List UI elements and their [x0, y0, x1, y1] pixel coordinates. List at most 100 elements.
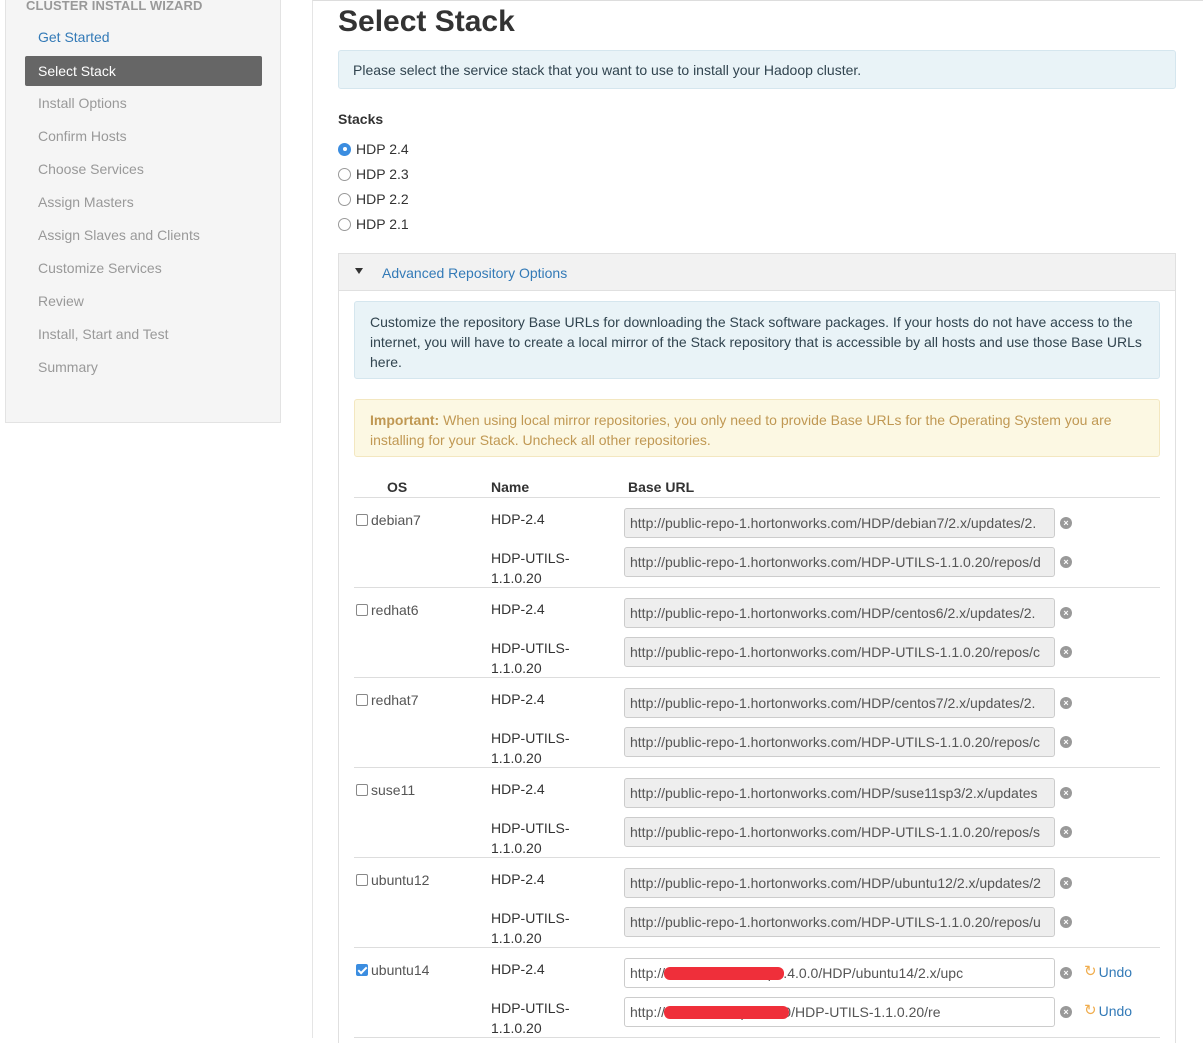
- sidebar-step-install-start-and-test: Install, Start and Test: [38, 326, 169, 342]
- stack-option-label: HDP 2.2: [356, 191, 409, 207]
- stack-radio[interactable]: [338, 217, 351, 231]
- clear-url-icon[interactable]: ×: [1060, 697, 1072, 709]
- os-checkbox[interactable]: [356, 874, 368, 886]
- os-cell[interactable]: suse11: [356, 782, 415, 798]
- stack-radio[interactable]: [338, 142, 351, 156]
- stack-option-label: HDP 2.3: [356, 166, 409, 182]
- sidebar-title: CLUSTER INSTALL WIZARD: [26, 0, 203, 13]
- undo-label: Undo: [1098, 1003, 1133, 1019]
- undo-icon[interactable]: ↻: [1084, 1003, 1097, 1018]
- redaction-mark: [664, 967, 784, 980]
- column-header-name: Name: [491, 479, 530, 495]
- os-label: suse11: [371, 782, 416, 798]
- table-header: OS Name Base URL: [354, 478, 1160, 498]
- undo-icon[interactable]: ↻: [1084, 964, 1097, 979]
- sidebar-step-review: Review: [38, 293, 84, 309]
- repo-name: HDP-2.4: [491, 961, 545, 977]
- repo-name: HDP-2.4: [491, 601, 545, 617]
- wizard-sidebar: CLUSTER INSTALL WIZARD Get Started Select…: [5, 0, 281, 423]
- base-url-input[interactable]: http://public-repo-1.hortonworks.com/HDP…: [624, 817, 1055, 847]
- base-url-input[interactable]: http://public-repo-1.hortonworks.com/HDP…: [624, 547, 1055, 577]
- clear-url-icon[interactable]: ×: [1060, 826, 1072, 838]
- clear-url-icon[interactable]: ×: [1060, 607, 1072, 619]
- repo-name: HDP-UTILS-1.1.0.20: [491, 1000, 570, 1036]
- os-cell[interactable]: redhat7: [356, 692, 418, 708]
- os-row-redhat6: redhat6 HDP-2.4 http://public-repo-1.horto…: [354, 588, 1160, 678]
- stack-radio[interactable]: [338, 192, 351, 206]
- clear-url-icon[interactable]: ×: [1060, 556, 1072, 568]
- undo-button[interactable]: ↻ Undo: [1084, 964, 1132, 980]
- stacks-label: Stacks: [338, 111, 384, 127]
- base-url-input[interactable]: http://public-repo-1.hortonworks.com/HDP…: [624, 688, 1055, 718]
- base-url-input[interactable]: http://public-repo-1.hortonworks.com/HDP…: [624, 508, 1055, 538]
- base-url-input[interactable]: http://public-repo-1.hortonworks.com/HDP…: [624, 727, 1055, 757]
- os-cell[interactable]: ubuntu14: [356, 962, 429, 978]
- advanced-repository-panel: Advanced Repository Options Customize th…: [338, 253, 1176, 1043]
- os-row-redhat7: redhat7 HDP-2.4 http://public-repo-1.horto…: [354, 678, 1160, 768]
- advanced-repository-toggle[interactable]: Advanced Repository Options: [382, 265, 567, 281]
- base-url-input[interactable]: http://public-repo-1.hortonworks.com/HDP…: [624, 907, 1055, 937]
- clear-url-icon[interactable]: ×: [1060, 916, 1072, 928]
- stack-option-label: HDP 2.1: [356, 216, 409, 232]
- os-row-suse11: suse11 HDP-2.4 http://public-repo-1.horton…: [354, 768, 1160, 858]
- clear-url-icon[interactable]: ×: [1060, 517, 1072, 529]
- repository-table: OS Name Base URL debian7 HDP-2.4 http://pu…: [354, 478, 1160, 1038]
- base-url-input[interactable]: http://public-repo-1.hortonworks.com/HDP…: [624, 598, 1055, 628]
- repo-name: HDP-2.4: [491, 871, 545, 887]
- os-checkbox[interactable]: [356, 514, 368, 526]
- os-label: debian7: [371, 512, 421, 528]
- repo-name: HDP-UTILS-1.1.0.20: [491, 640, 570, 676]
- repo-name: HDP-UTILS-1.1.0.20: [491, 730, 570, 766]
- os-label: redhat7: [371, 692, 419, 708]
- base-url-input[interactable]: http://public-repo-1.hortonworks.com/HDP…: [624, 868, 1055, 898]
- sidebar-step-get-started[interactable]: Get Started: [25, 23, 262, 56]
- stack-option[interactable]: HDP 2.4: [338, 139, 409, 159]
- advanced-repository-header[interactable]: Advanced Repository Options: [339, 254, 1175, 291]
- os-checkbox[interactable]: [356, 784, 368, 796]
- os-label: ubuntu14: [371, 962, 430, 978]
- column-header-os: OS: [387, 479, 408, 495]
- caret-down-icon[interactable]: [355, 268, 363, 274]
- clear-url-icon[interactable]: ×: [1060, 877, 1072, 889]
- os-checkbox[interactable]: [356, 694, 368, 706]
- os-cell[interactable]: redhat6: [356, 602, 418, 618]
- sidebar-step-assign-slaves-and-clients: Assign Slaves and Clients: [38, 227, 200, 243]
- repo-name: HDP-2.4: [491, 511, 545, 527]
- undo-button[interactable]: ↻ Undo: [1084, 1003, 1132, 1019]
- sidebar-step-choose-services: Choose Services: [38, 161, 144, 177]
- sidebar-step-install-options: Install Options: [38, 95, 127, 111]
- clear-url-icon[interactable]: ×: [1060, 1006, 1072, 1018]
- repository-info-alert: Customize the repository Base URLs for d…: [354, 301, 1160, 379]
- base-url-input[interactable]: http://public-repo-1.hortonworks.com/HDP…: [624, 637, 1055, 667]
- sidebar-step-select-stack[interactable]: Select Stack: [25, 56, 262, 86]
- os-checkbox[interactable]: [356, 604, 368, 616]
- repo-name: HDP-UTILS-1.1.0.20: [491, 910, 570, 946]
- os-row-ubuntu14: ubuntu14 HDP-2.4 http:// .che-inc.com/hdp2…: [354, 948, 1160, 1038]
- stack-option[interactable]: HDP 2.1: [338, 214, 409, 234]
- os-cell[interactable]: debian7: [356, 512, 421, 528]
- clear-url-icon[interactable]: ×: [1060, 967, 1072, 979]
- redaction-mark: [664, 1006, 789, 1019]
- os-checkbox[interactable]: [356, 964, 368, 976]
- info-alert: Please select the service stack that you…: [338, 50, 1176, 89]
- sidebar-step-assign-masters: Assign Masters: [38, 194, 134, 210]
- important-warning: Important: When using local mirror repos…: [354, 399, 1160, 457]
- os-label: ubuntu12: [371, 872, 430, 888]
- base-url-input[interactable]: http://public-repo-1.hortonworks.com/HDP…: [624, 778, 1055, 808]
- sidebar-step-confirm-hosts: Confirm Hosts: [38, 128, 127, 144]
- repo-name: HDP-UTILS-1.1.0.20: [491, 820, 570, 856]
- clear-url-icon[interactable]: ×: [1060, 787, 1072, 799]
- column-header-base-url: Base URL: [628, 479, 695, 495]
- clear-url-icon[interactable]: ×: [1060, 646, 1072, 658]
- stack-option[interactable]: HDP 2.3: [338, 164, 409, 184]
- os-cell[interactable]: ubuntu12: [356, 872, 429, 888]
- repo-name: HDP-2.4: [491, 781, 545, 797]
- clear-url-icon[interactable]: ×: [1060, 736, 1072, 748]
- main-content: Select Stack Please select the service s…: [312, 0, 1203, 1043]
- stack-option[interactable]: HDP 2.2: [338, 189, 409, 209]
- undo-label: Undo: [1098, 964, 1133, 980]
- wizard-steps: Get Started Select Stack Install Options Co…: [25, 23, 262, 386]
- os-row-ubuntu12: ubuntu12 HDP-2.4 http://public-repo-1.hort…: [354, 858, 1160, 948]
- os-row-debian7: debian7 HDP-2.4 http://public-repo-1.horto…: [354, 498, 1160, 588]
- stack-radio[interactable]: [338, 167, 351, 181]
